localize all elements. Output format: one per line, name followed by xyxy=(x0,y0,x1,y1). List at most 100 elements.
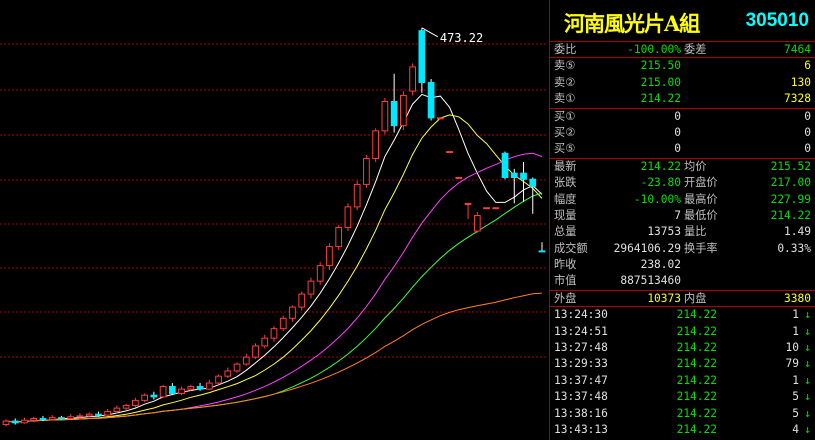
tick-price: 214.22 xyxy=(676,324,717,338)
security-header: 河南風光片A組 305010 xyxy=(550,0,815,42)
candle-body xyxy=(400,94,407,127)
buy-price: 0 xyxy=(674,109,681,123)
candle-body xyxy=(113,407,121,413)
candle xyxy=(104,408,112,416)
tick-price: 214.22 xyxy=(676,341,717,355)
candle-body xyxy=(436,117,444,120)
buy-label: 买① xyxy=(554,109,576,123)
stat-label-2: 最高价 xyxy=(684,192,718,206)
candle xyxy=(372,128,380,162)
candle-body xyxy=(381,100,389,132)
candle xyxy=(446,151,453,154)
candle xyxy=(67,414,75,420)
candle xyxy=(2,419,10,427)
candle-body xyxy=(510,172,518,178)
candles xyxy=(2,27,546,427)
candle-body xyxy=(520,172,527,180)
candle xyxy=(58,415,65,420)
candle-body xyxy=(104,411,112,416)
candle-body xyxy=(464,202,472,205)
sell-orders: 卖⑤ 215.50 6 卖② 215.00 130 卖① 214.22 7328 xyxy=(550,58,815,109)
candle-body xyxy=(307,280,315,295)
stat-label: 幅度 xyxy=(554,192,577,206)
stat-label: 成交额 xyxy=(554,241,588,255)
candle xyxy=(242,353,250,366)
down-arrow-icon: ↓ xyxy=(804,390,811,404)
stat-label-2: 量比 xyxy=(684,225,707,239)
candle-body xyxy=(132,399,139,407)
candle xyxy=(436,117,444,120)
down-arrow-icon: ↓ xyxy=(804,308,811,322)
stat-row: 幅度 -10.00% 最高价 227.99 xyxy=(550,192,815,208)
stat-value: 887513460 xyxy=(620,274,681,288)
candle xyxy=(48,415,56,421)
stat-label: 张跌 xyxy=(554,176,577,190)
tick-time: 13:38:16 xyxy=(554,406,608,420)
stat-value: 13753 xyxy=(647,225,681,239)
stat-label: 市值 xyxy=(554,274,577,288)
candle xyxy=(168,383,176,396)
tick-time: 13:29:33 xyxy=(554,357,608,371)
candle-body xyxy=(298,293,306,308)
candle xyxy=(335,225,343,251)
security-code: 305010 xyxy=(745,10,809,31)
sell-price: 215.50 xyxy=(640,59,681,73)
sell-label: 卖② xyxy=(554,75,576,89)
quote-stats: 最新 214.22 均价 215.52 张跌 -23.80 开盘价 217.00 幅度 -10.0… xyxy=(550,159,815,291)
stat-value-2: 0.33% xyxy=(777,241,811,255)
sell-volume: 7328 xyxy=(784,92,811,106)
security-name: 河南風光片A組 xyxy=(564,11,700,36)
candle-body xyxy=(483,207,490,210)
candle-body xyxy=(150,394,158,398)
candle xyxy=(122,403,130,410)
stat-label-2: 最低价 xyxy=(684,208,718,222)
candle xyxy=(289,305,296,322)
candlestick-chart[interactable]: 473.22 xyxy=(0,0,548,440)
tick-volume: 79 xyxy=(785,357,799,371)
stat-row: 昨收 238.02 xyxy=(550,257,815,273)
sell-row: 卖① 214.22 7328 xyxy=(550,91,815,107)
stat-label: 现量 xyxy=(554,208,577,222)
stat-row: 总量 13753 量比 1.49 xyxy=(550,224,815,240)
candle-body xyxy=(326,246,333,267)
tick-volume: 1 xyxy=(792,308,799,322)
chart-grid xyxy=(0,43,548,358)
tick-price: 214.22 xyxy=(676,390,717,404)
tick-list[interactable]: 13:24:30 214.22 1 ↓ 13:24:51 214.22 1 ↓ 13:27:48… xyxy=(550,307,815,438)
stat-value: 214.22 xyxy=(640,159,681,173)
candle-body xyxy=(409,66,416,92)
candle xyxy=(390,73,398,133)
candle-body xyxy=(205,382,213,390)
stat-value: 2964106.29 xyxy=(613,241,681,255)
tick-time: 13:43:13 xyxy=(554,422,608,436)
stat-label-2: 开盘价 xyxy=(684,176,718,190)
tick-price: 214.22 xyxy=(676,357,717,371)
stat-row: 成交额 2964106.29 换手率 0.33% xyxy=(550,241,815,257)
tick-time: 13:37:48 xyxy=(554,390,608,404)
candle xyxy=(21,417,28,424)
candle xyxy=(501,151,509,180)
stat-value-2: 217.00 xyxy=(770,176,811,190)
stat-label-2: 换手率 xyxy=(684,241,718,255)
candle-body xyxy=(58,417,65,420)
high-annotation: 473.22 xyxy=(421,27,483,45)
candle-body xyxy=(196,386,204,390)
waipan-value: 10373 xyxy=(647,291,681,305)
candle xyxy=(492,207,500,210)
buy-volume: 0 xyxy=(804,109,811,123)
candle xyxy=(261,334,269,349)
stat-row: 张跌 -23.80 开盘价 217.00 xyxy=(550,175,815,191)
candle xyxy=(483,207,490,210)
candle xyxy=(381,98,389,135)
candle-body xyxy=(48,417,56,420)
down-arrow-icon: ↓ xyxy=(804,373,811,387)
candle xyxy=(159,384,167,398)
candle xyxy=(205,379,213,390)
neipan-label: 内盘 xyxy=(684,291,707,305)
candle xyxy=(344,203,352,232)
candle-body xyxy=(279,317,287,330)
candle xyxy=(307,277,315,299)
candle-body xyxy=(76,415,84,418)
stat-value: 238.02 xyxy=(640,258,681,272)
candle-body xyxy=(141,394,148,401)
